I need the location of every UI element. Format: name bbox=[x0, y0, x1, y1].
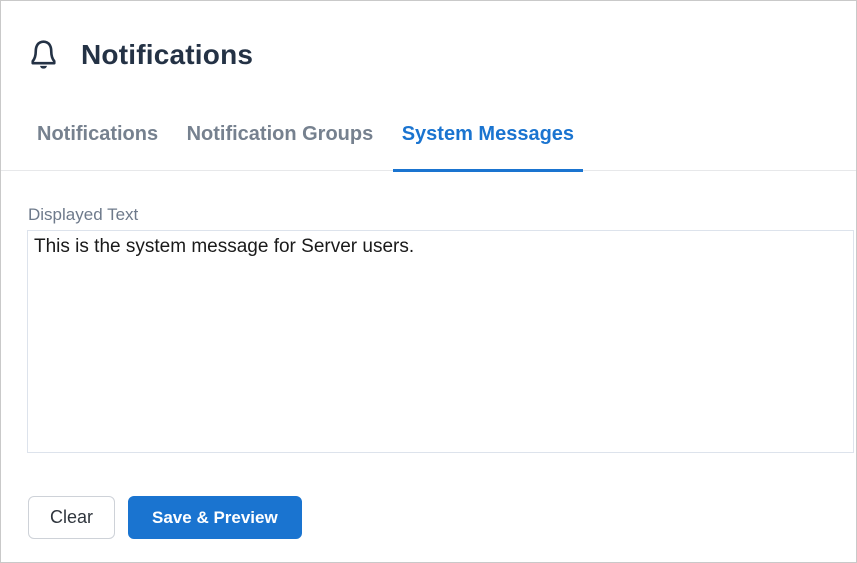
displayed-text-label: Displayed Text bbox=[28, 205, 139, 224]
clear-button[interactable]: Clear bbox=[28, 496, 116, 539]
page-title: Notifications bbox=[81, 39, 254, 70]
save-preview-button[interactable]: Save & Preview bbox=[128, 496, 302, 539]
page-header: Notifications bbox=[28, 37, 253, 73]
tab-notifications[interactable]: Notifications bbox=[28, 119, 167, 169]
notifications-settings-page: { "header": { "title": "Notifications", … bbox=[0, 0, 857, 563]
tab-system-messages[interactable]: System Messages bbox=[392, 119, 584, 172]
displayed-text-input[interactable]: This is the system message for Server us… bbox=[27, 230, 854, 453]
tab-notification-groups[interactable]: Notification Groups bbox=[178, 119, 383, 169]
bell-icon bbox=[28, 37, 59, 73]
button-row: Clear Save & Preview bbox=[28, 496, 302, 539]
tab-bar: Notifications Notification Groups System… bbox=[1, 119, 856, 172]
